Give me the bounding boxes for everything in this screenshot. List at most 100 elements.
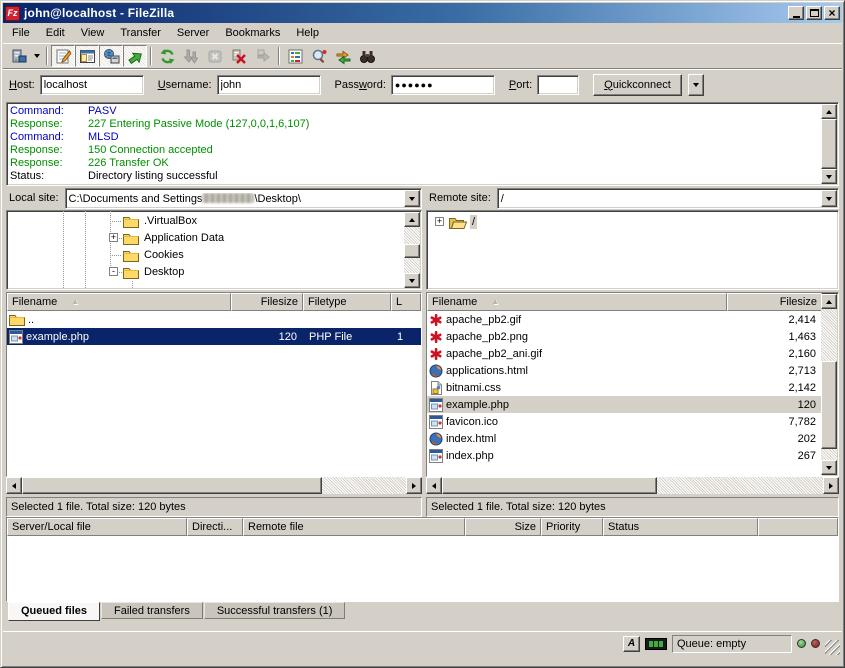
list-item-index-html[interactable]: index.html 202 bbox=[427, 430, 822, 447]
column-header-modified[interactable]: L bbox=[391, 293, 421, 311]
scroll-track[interactable] bbox=[821, 449, 837, 460]
scroll-right-button[interactable] bbox=[823, 477, 839, 494]
local-site-combo[interactable]: C:\Documents and Settings\Desktop\ bbox=[65, 188, 422, 209]
remote-horizontal-scrollbar[interactable] bbox=[426, 477, 839, 494]
scroll-track[interactable] bbox=[404, 258, 420, 273]
scroll-down-button[interactable] bbox=[821, 169, 837, 184]
quickconnect-button[interactable]: Quickconnect bbox=[593, 74, 682, 96]
find-files-button[interactable] bbox=[355, 45, 379, 67]
list-item-apache-pb2-png[interactable]: apache_pb2.png 1,463 bbox=[427, 328, 822, 345]
cancel-operation-button[interactable] bbox=[203, 45, 227, 67]
close-button[interactable]: × bbox=[824, 6, 840, 20]
toggle-remote-tree-button[interactable] bbox=[99, 45, 123, 67]
queue-body[interactable] bbox=[7, 536, 838, 601]
column-header-remote-file[interactable]: Remote file bbox=[243, 518, 465, 536]
scroll-up-button[interactable] bbox=[821, 294, 837, 309]
transfer-type-ascii-icon[interactable]: A bbox=[623, 636, 640, 652]
menu-bookmarks[interactable]: Bookmarks bbox=[217, 24, 288, 42]
scroll-thumb[interactable] bbox=[821, 361, 837, 449]
quickconnect-dropdown[interactable] bbox=[688, 74, 704, 96]
close-icon: × bbox=[828, 8, 835, 18]
maximize-button[interactable] bbox=[806, 6, 822, 20]
username-input[interactable] bbox=[217, 75, 321, 95]
remote-vertical-scrollbar[interactable] bbox=[821, 294, 837, 475]
host-input[interactable] bbox=[40, 75, 144, 95]
toggle-local-tree-button[interactable] bbox=[75, 45, 99, 67]
scroll-track[interactable] bbox=[404, 227, 420, 244]
tree-expander-plus[interactable]: + bbox=[109, 233, 118, 242]
disconnect-button[interactable] bbox=[227, 45, 251, 67]
scroll-track[interactable] bbox=[821, 309, 837, 361]
menu-edit[interactable]: Edit bbox=[38, 24, 73, 42]
port-input[interactable] bbox=[537, 75, 579, 95]
minimize-button[interactable] bbox=[788, 6, 804, 20]
menu-transfer[interactable]: Transfer bbox=[112, 24, 169, 42]
log-vertical-scrollbar[interactable] bbox=[821, 104, 837, 184]
password-input[interactable] bbox=[391, 75, 495, 95]
tree-item-root[interactable]: + / bbox=[449, 214, 477, 230]
column-header-filename[interactable]: Filename▲ bbox=[7, 293, 231, 311]
scroll-track[interactable] bbox=[657, 477, 823, 494]
list-item-parent-dir[interactable]: .. bbox=[7, 311, 421, 328]
scroll-right-button[interactable] bbox=[406, 477, 422, 494]
list-item-bitnami-css[interactable]: bitnami.css 2,142 bbox=[427, 379, 822, 396]
column-header-status[interactable]: Status bbox=[603, 518, 758, 536]
remote-site-combo[interactable]: / bbox=[497, 188, 839, 209]
scroll-down-button[interactable] bbox=[404, 273, 420, 288]
scroll-thumb[interactable] bbox=[22, 477, 322, 494]
tree-expander-plus[interactable]: + bbox=[435, 217, 444, 226]
scroll-up-button[interactable] bbox=[821, 104, 837, 119]
menu-help[interactable]: Help bbox=[288, 24, 327, 42]
tree-item-desktop[interactable]: - Desktop bbox=[123, 264, 186, 280]
refresh-button[interactable] bbox=[155, 45, 179, 67]
scroll-left-button[interactable] bbox=[426, 477, 442, 494]
column-header-filetype[interactable]: Filetype bbox=[303, 293, 391, 311]
menu-file[interactable]: File bbox=[4, 24, 38, 42]
filter-button[interactable] bbox=[283, 45, 307, 67]
menu-server[interactable]: Server bbox=[169, 24, 217, 42]
list-item-index-php[interactable]: index.php 267 bbox=[427, 447, 822, 464]
scroll-track[interactable] bbox=[322, 477, 406, 494]
column-header-server-local-file[interactable]: Server/Local file bbox=[7, 518, 187, 536]
local-tree-vertical-scrollbar[interactable] bbox=[404, 212, 420, 288]
column-header-direction[interactable]: Directi... bbox=[187, 518, 243, 536]
toggle-transfer-queue-button[interactable] bbox=[123, 45, 147, 67]
tab-failed-transfers[interactable]: Failed transfers bbox=[101, 602, 203, 619]
tab-successful-transfers[interactable]: Successful transfers (1) bbox=[204, 602, 346, 619]
list-item-example-php[interactable]: example.php 120 PHP File 1 bbox=[7, 328, 421, 345]
tree-item-virtualbox[interactable]: .VirtualBox bbox=[123, 213, 199, 229]
list-item-favicon-ico[interactable]: favicon.ico 7,782 bbox=[427, 413, 822, 430]
scroll-up-button[interactable] bbox=[404, 212, 420, 227]
tab-queued-files[interactable]: Queued files bbox=[8, 602, 100, 621]
synchronized-browsing-button[interactable] bbox=[331, 45, 355, 67]
list-item-applications-html[interactable]: applications.html 2,713 bbox=[427, 362, 822, 379]
site-manager-dropdown[interactable] bbox=[30, 45, 43, 67]
speed-limits-icon[interactable] bbox=[645, 638, 667, 650]
column-header-filename[interactable]: Filename▲ bbox=[427, 293, 727, 311]
list-item-apache-pb2-ani-gif[interactable]: apache_pb2_ani.gif 2,160 bbox=[427, 345, 822, 362]
reconnect-button[interactable] bbox=[251, 45, 275, 67]
menu-view[interactable]: View bbox=[73, 24, 113, 42]
toggle-message-log-button[interactable] bbox=[51, 45, 75, 67]
process-queue-button[interactable] bbox=[179, 45, 203, 67]
scroll-down-button[interactable] bbox=[821, 460, 837, 475]
list-item-example-php[interactable]: example.php 120 bbox=[427, 396, 822, 413]
column-header-size[interactable]: Size bbox=[465, 518, 541, 536]
column-header-priority[interactable]: Priority bbox=[541, 518, 603, 536]
scroll-left-button[interactable] bbox=[6, 477, 22, 494]
list-item-apache-pb2-gif[interactable]: apache_pb2.gif 2,414 bbox=[427, 311, 822, 328]
tree-item-cookies[interactable]: Cookies bbox=[123, 247, 186, 263]
tree-expander-minus[interactable]: - bbox=[109, 267, 118, 276]
column-header-filesize[interactable]: Filesize bbox=[727, 293, 822, 311]
directory-comparison-button[interactable] bbox=[307, 45, 331, 67]
scroll-thumb[interactable] bbox=[404, 244, 420, 258]
tree-item-application-data[interactable]: + Application Data bbox=[123, 230, 226, 246]
site-manager-button[interactable] bbox=[6, 45, 30, 67]
remote-site-combo-dropdown[interactable] bbox=[821, 190, 837, 207]
column-header-filesize[interactable]: Filesize bbox=[231, 293, 303, 311]
local-horizontal-scrollbar[interactable] bbox=[6, 477, 422, 494]
scroll-thumb[interactable] bbox=[821, 119, 837, 169]
resize-grip[interactable] bbox=[825, 640, 840, 655]
local-site-combo-dropdown[interactable] bbox=[404, 190, 420, 207]
scroll-thumb[interactable] bbox=[442, 477, 657, 494]
